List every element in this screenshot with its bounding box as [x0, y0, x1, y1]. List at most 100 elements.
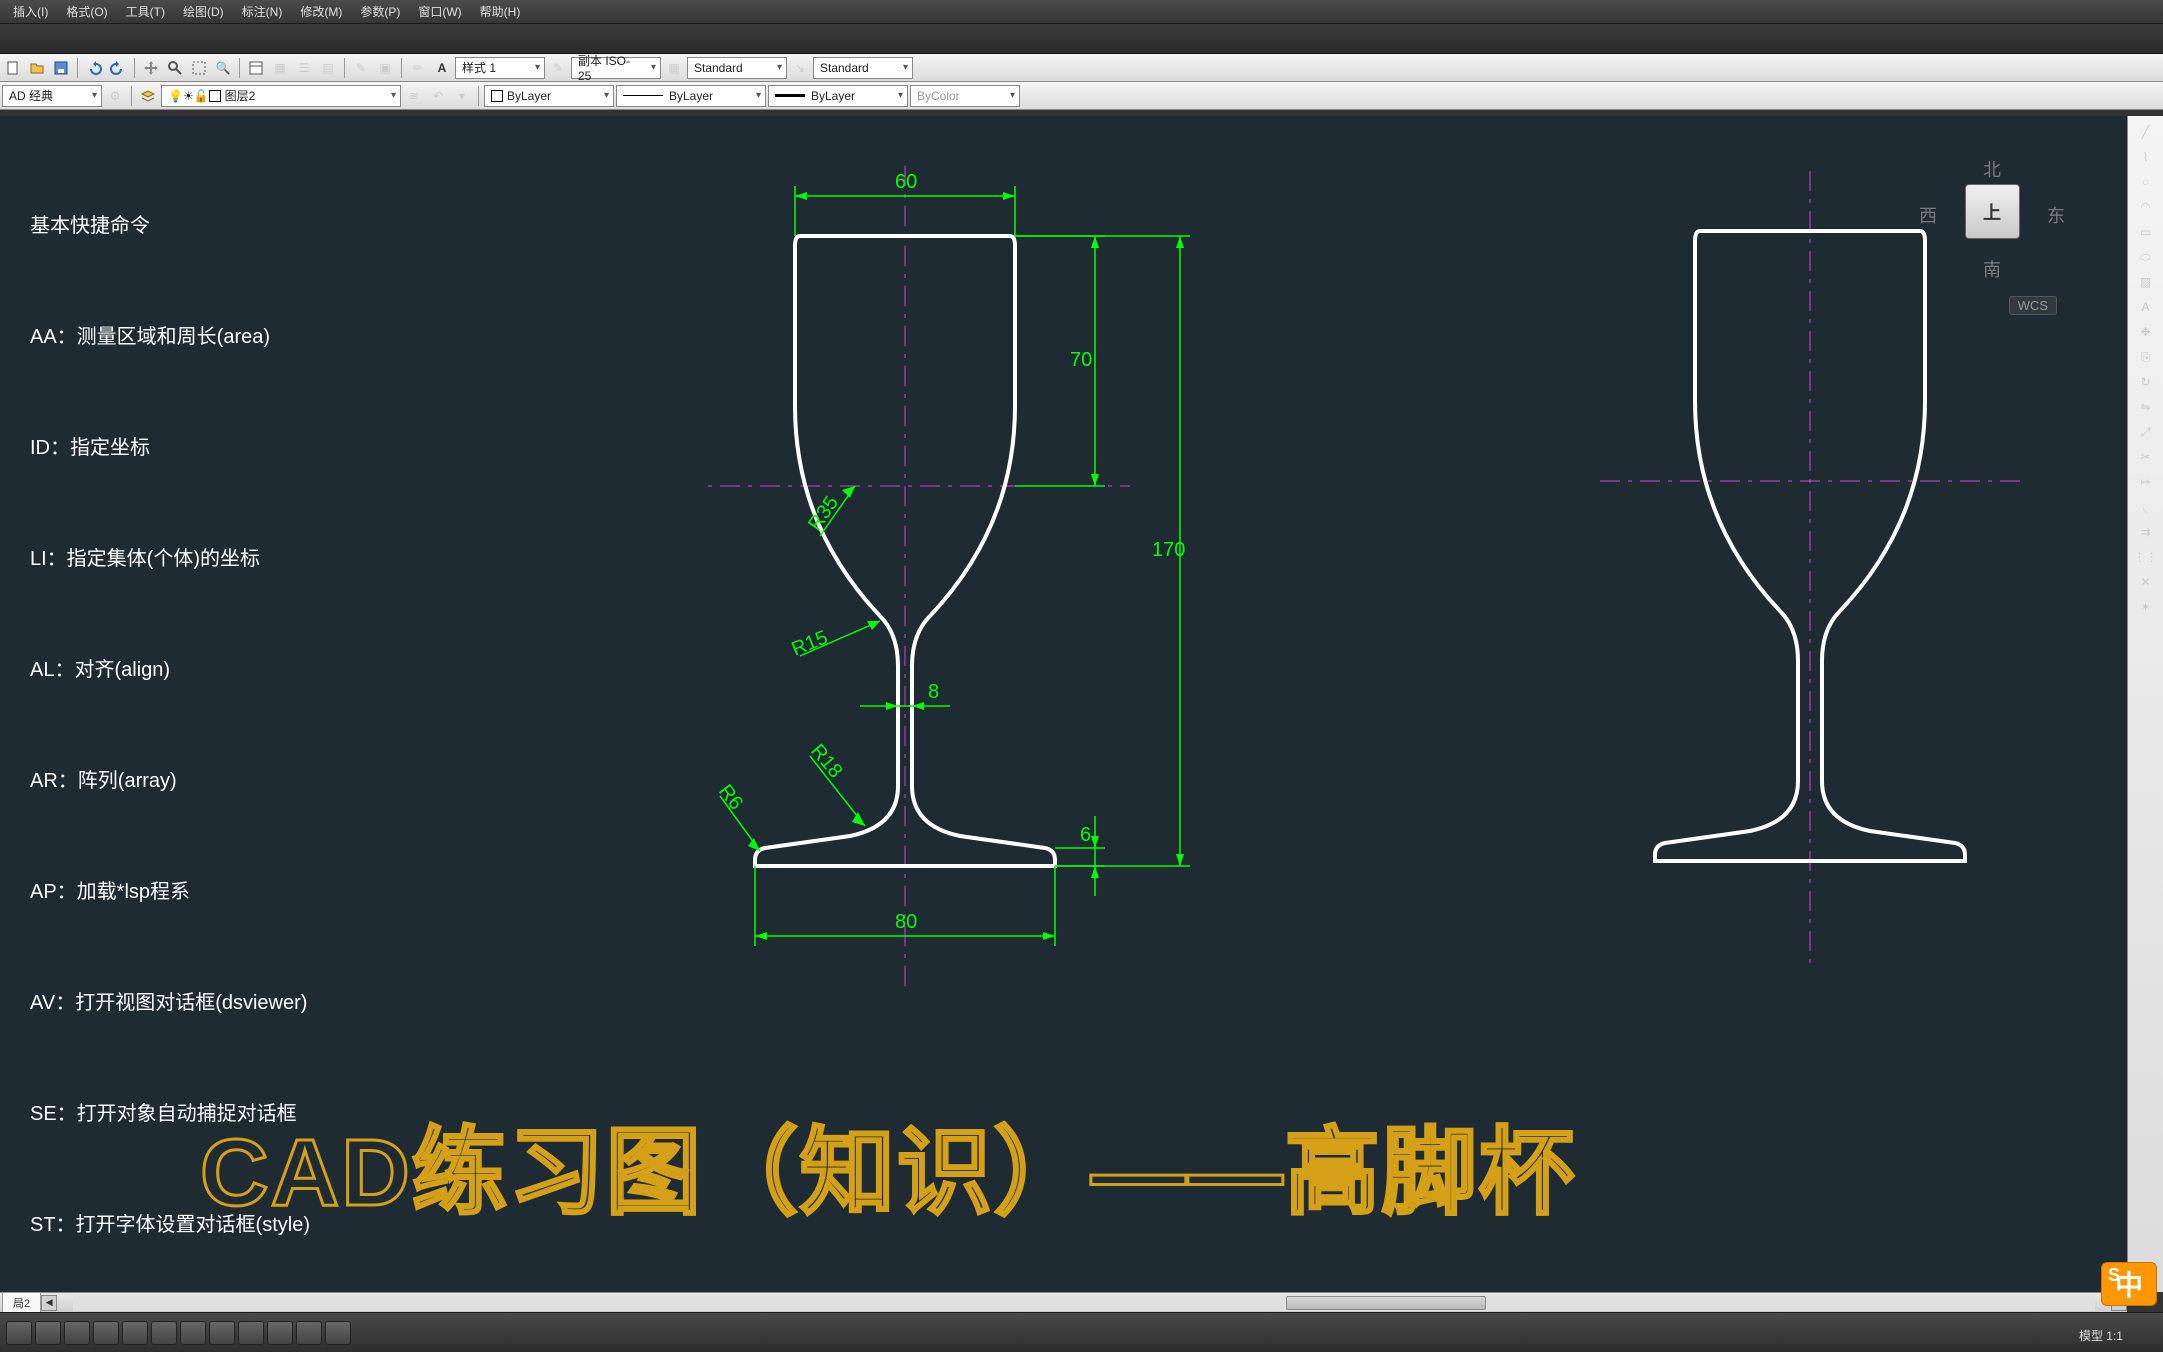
grid-toggle[interactable]	[35, 1321, 61, 1345]
toolbar-standard: 🔍 ▦ ☰ ▤ ✎ ▣ ✏ A 样式 1 ✎ 副本 ISO-25 ▦ Stand…	[0, 54, 2163, 82]
text-style-button[interactable]: A	[431, 57, 453, 79]
scroll-thumb[interactable]	[1286, 1296, 1486, 1310]
mirror-tool-button[interactable]: ⇋	[2131, 395, 2161, 419]
menu-help[interactable]: 帮助(H)	[471, 3, 530, 20]
save-button[interactable]	[50, 57, 72, 79]
workspace-settings-button[interactable]: ⚙	[104, 85, 126, 107]
layer-state-button[interactable]: ▾	[451, 85, 473, 107]
block-button[interactable]: ▣	[374, 57, 396, 79]
otrack-toggle[interactable]	[151, 1321, 177, 1345]
menu-dimension[interactable]: 标注(N)	[233, 3, 292, 20]
view-cube[interactable]: 北 南 西 东 上	[1917, 136, 2067, 286]
sheet-set-button[interactable]: ▤	[317, 57, 339, 79]
layer-match-button[interactable]: ≋	[403, 85, 425, 107]
offset-tool-button[interactable]: ⇉	[2131, 520, 2161, 544]
erase-tool-button[interactable]: ✕	[2131, 570, 2161, 594]
shortcut-line: AP：加载*lsp程系	[30, 874, 310, 911]
layer-properties-button[interactable]	[137, 85, 159, 107]
viewcube-east[interactable]: 东	[2047, 202, 2065, 228]
menu-window[interactable]: 窗口(W)	[409, 3, 470, 20]
properties-button[interactable]	[245, 57, 267, 79]
dim-6: 6	[1080, 824, 1091, 846]
polyline-tool-button[interactable]: ⌇	[2131, 145, 2161, 169]
dimstyle-select-dropdown[interactable]: 副本 ISO-25	[571, 57, 661, 79]
status-bar	[0, 1312, 2163, 1352]
layer-sun-icon: ☀	[183, 89, 194, 103]
plotstyle-dropdown[interactable]: ByColor	[910, 85, 1020, 107]
scale-tool-button[interactable]: ⤢	[2131, 420, 2161, 444]
copy-tool-button[interactable]: ⎘	[2131, 345, 2161, 369]
dim-170: 170	[1152, 539, 1185, 561]
viewcube-west[interactable]: 西	[1919, 202, 1937, 228]
circle-tool-button[interactable]: ○	[2131, 170, 2161, 194]
lineweight-dropdown[interactable]: ByLayer	[768, 85, 908, 107]
viewcube-north[interactable]: 北	[1917, 156, 2067, 182]
workspace-dropdown[interactable]: AD 经典	[2, 85, 102, 107]
color-dropdown[interactable]: ByLayer	[484, 85, 614, 107]
linetype-dropdown[interactable]: ByLayer	[616, 85, 766, 107]
mleader-style-dropdown[interactable]: Standard	[813, 57, 913, 79]
menu-modify[interactable]: 修改(M)	[291, 3, 351, 20]
sc-toggle[interactable]	[296, 1321, 322, 1345]
ellipse-tool-button[interactable]: ⬭	[2131, 245, 2161, 269]
ortho-toggle[interactable]	[64, 1321, 90, 1345]
menu-tools[interactable]: 工具(T)	[117, 3, 174, 20]
table-style-button[interactable]: ▦	[663, 57, 685, 79]
viewcube-south[interactable]: 南	[1917, 256, 2067, 282]
ime-indicator[interactable]: 中	[2101, 1262, 2157, 1306]
trim-tool-button[interactable]: ✂	[2131, 445, 2161, 469]
rectangle-tool-button[interactable]: ▭	[2131, 220, 2161, 244]
ducs-toggle[interactable]	[180, 1321, 206, 1345]
menu-draw[interactable]: 绘图(D)	[174, 3, 233, 20]
zoom-button[interactable]	[164, 57, 186, 79]
layer-dropdown[interactable]: 💡 ☀ 🔓 图层2	[161, 85, 401, 107]
array-tool-button[interactable]: ⋮⋮	[2131, 545, 2161, 569]
redo-button[interactable]	[107, 57, 129, 79]
glass-drawing-left: 60 70 170 8 6 80	[700, 136, 1300, 1036]
move-tool-button[interactable]: ✥	[2131, 320, 2161, 344]
new-button[interactable]	[2, 57, 24, 79]
menu-format[interactable]: 格式(O)	[57, 3, 116, 20]
menu-insert[interactable]: 插入(I)	[4, 3, 57, 20]
dim-style-dropdown[interactable]: 样式 1	[455, 57, 545, 79]
open-button[interactable]	[26, 57, 48, 79]
explode-tool-button[interactable]: ✶	[2131, 595, 2161, 619]
layout-tab[interactable]: 局2	[2, 1292, 41, 1314]
qp-toggle[interactable]	[267, 1321, 293, 1345]
zoom-prev-button[interactable]: 🔍	[212, 57, 234, 79]
osnap-toggle[interactable]	[122, 1321, 148, 1345]
scroll-left-button[interactable]: ◀	[41, 1295, 57, 1311]
mleader-button[interactable]: ↘	[789, 57, 811, 79]
snap-toggle[interactable]	[6, 1321, 32, 1345]
hatch-tool-button[interactable]: ▨	[2131, 270, 2161, 294]
text-tool-button[interactable]: A	[2131, 295, 2161, 319]
paint-button[interactable]: ✏	[407, 57, 429, 79]
color-swatch	[491, 90, 503, 102]
pan-button[interactable]	[140, 57, 162, 79]
layer-bulb-icon: 💡	[168, 89, 183, 103]
status-right-text: 模型 1:1	[2079, 1327, 2123, 1344]
dyn-toggle[interactable]	[209, 1321, 235, 1345]
lwt-toggle[interactable]	[238, 1321, 264, 1345]
menu-parametric[interactable]: 参数(P)	[351, 3, 409, 20]
dim-style-edit-button[interactable]: ✎	[547, 57, 569, 79]
extend-tool-button[interactable]: ↦	[2131, 470, 2161, 494]
rotate-tool-button[interactable]: ↻	[2131, 370, 2161, 394]
text-style-dropdown[interactable]: Standard	[687, 57, 787, 79]
zoom-window-button[interactable]	[188, 57, 210, 79]
polar-toggle[interactable]	[93, 1321, 119, 1345]
horizontal-scrollbar[interactable]	[73, 1295, 2095, 1311]
fillet-tool-button[interactable]: ◟	[2131, 495, 2161, 519]
dimensions-group: 60 70 170 8 6 80	[714, 171, 1190, 946]
tool-palettes-button[interactable]: ☰	[293, 57, 315, 79]
markup-button[interactable]: ✎	[350, 57, 372, 79]
wcs-label[interactable]: WCS	[2009, 296, 2057, 315]
layer-previous-button[interactable]: ↶	[427, 85, 449, 107]
line-tool-button[interactable]: ╱	[2131, 120, 2161, 144]
drawing-area[interactable]: 基本快捷命令 AA：测量区域和周长(area) ID：指定坐标 LI：指定集体(…	[0, 116, 2127, 1292]
arc-tool-button[interactable]: ◠	[2131, 195, 2161, 219]
design-center-button[interactable]: ▦	[269, 57, 291, 79]
model-toggle[interactable]	[325, 1321, 351, 1345]
undo-button[interactable]	[83, 57, 105, 79]
viewcube-top[interactable]: 上	[1965, 184, 2020, 239]
